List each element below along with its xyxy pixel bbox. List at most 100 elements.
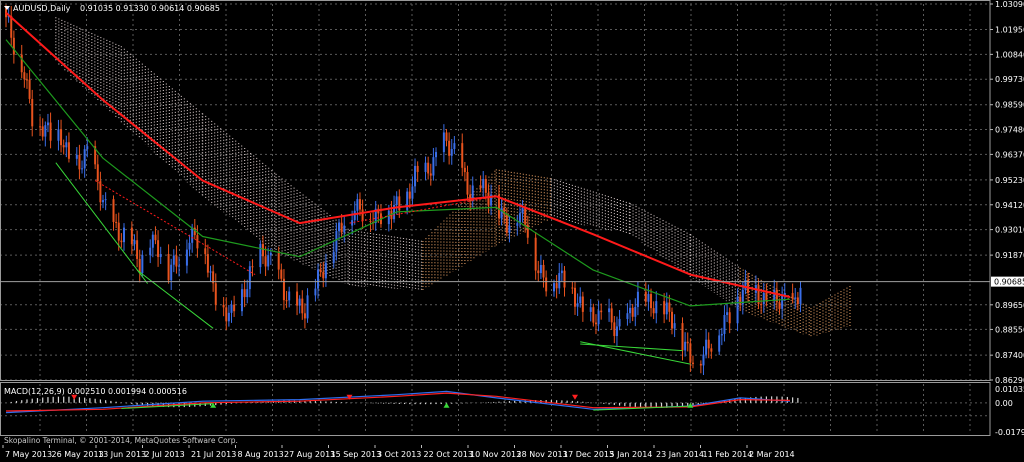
candle-body bbox=[28, 79, 31, 99]
candle-body bbox=[117, 222, 120, 241]
candle-body bbox=[151, 234, 154, 248]
candle-body bbox=[610, 308, 613, 323]
candle-body bbox=[398, 196, 401, 211]
y-tick-label: 0.96370 bbox=[995, 150, 1024, 159]
candle-body bbox=[524, 207, 527, 225]
candle-body bbox=[778, 302, 781, 309]
candle-body bbox=[689, 343, 692, 363]
candle-body bbox=[671, 311, 674, 329]
candle-body bbox=[81, 168, 84, 170]
candle-body bbox=[353, 210, 356, 221]
candle-body bbox=[799, 287, 802, 305]
candle-body bbox=[416, 165, 419, 172]
candle-body bbox=[427, 162, 430, 174]
candle-body bbox=[466, 172, 469, 195]
candle-body bbox=[652, 308, 655, 314]
candle-body bbox=[240, 289, 243, 312]
candle-body bbox=[314, 288, 317, 296]
candle-body bbox=[233, 304, 236, 312]
candle-body bbox=[773, 289, 776, 301]
current-price-label: 0.90685 bbox=[994, 278, 1024, 287]
candle-body bbox=[141, 255, 144, 274]
candle-body bbox=[170, 264, 173, 281]
grid bbox=[0, 0, 991, 436]
candle-body bbox=[269, 252, 272, 256]
moving-average-green bbox=[5, 39, 791, 307]
x-tick-label: 21 Jul 2013 bbox=[191, 450, 236, 459]
candle-body bbox=[406, 191, 409, 211]
candle-body bbox=[285, 300, 288, 302]
candle-body bbox=[343, 225, 346, 233]
y-tick-label: 0.93010 bbox=[995, 226, 1024, 235]
candle-body bbox=[39, 126, 42, 128]
candle-body bbox=[332, 251, 335, 263]
arrow-down-icon bbox=[571, 394, 578, 400]
candle-body bbox=[655, 301, 658, 314]
candle-body bbox=[739, 296, 742, 305]
x-tick-label: 22 Oct 2013 bbox=[424, 450, 473, 459]
price-chart-canvas[interactable]: 1.03090 1.01950 1.00840 0.99730 0.98590 0.974… bbox=[0, 0, 1024, 462]
candle-body bbox=[324, 262, 327, 279]
candle-body bbox=[615, 326, 618, 337]
candle-body bbox=[500, 207, 503, 219]
candle-body bbox=[246, 289, 249, 298]
candle-body bbox=[86, 146, 89, 150]
candle-body bbox=[102, 200, 105, 203]
x-tick-label: 27 Aug 2013 bbox=[284, 450, 335, 459]
candlesticks bbox=[5, 4, 802, 376]
candle-body bbox=[686, 341, 689, 344]
candle-body bbox=[361, 209, 364, 221]
candle-body bbox=[647, 294, 650, 302]
candle-body bbox=[650, 294, 653, 309]
candle-body bbox=[49, 122, 52, 141]
candle-body bbox=[597, 310, 600, 325]
candle-body bbox=[707, 339, 710, 349]
candle-body bbox=[301, 298, 304, 314]
candle-body bbox=[608, 308, 611, 313]
candle-body bbox=[461, 143, 464, 168]
candle-body bbox=[718, 335, 721, 352]
candle-body bbox=[736, 296, 739, 324]
candle-body bbox=[600, 310, 603, 313]
candle-body bbox=[149, 247, 152, 256]
copyright-footer: Skopalino Terminal, © 2001-2014, MetaQuo… bbox=[4, 436, 238, 445]
candle-body bbox=[191, 227, 194, 243]
arrow-up-icon bbox=[443, 402, 450, 408]
candle-body bbox=[120, 240, 123, 243]
candle-body bbox=[136, 240, 139, 259]
candle-body bbox=[62, 145, 65, 148]
candle-body bbox=[521, 207, 524, 214]
candle-body bbox=[720, 333, 723, 336]
x-tick-label: 10 Nov 2013 bbox=[470, 450, 521, 459]
candle-body bbox=[408, 191, 411, 199]
candle-body bbox=[429, 173, 432, 176]
x-tick-label: 26 May 2013 bbox=[52, 450, 104, 459]
candle-body bbox=[781, 295, 784, 309]
candle-body bbox=[487, 192, 490, 206]
candle-body bbox=[723, 314, 726, 334]
candle-body bbox=[445, 132, 448, 141]
candle-body bbox=[322, 271, 325, 279]
y-tick-label: 1.00840 bbox=[995, 50, 1024, 59]
candle-body bbox=[225, 307, 228, 322]
candle-body bbox=[673, 323, 676, 329]
candle-body bbox=[206, 254, 209, 273]
candle-body bbox=[251, 266, 254, 268]
candle-body bbox=[319, 269, 322, 272]
candle-body bbox=[411, 186, 414, 199]
candle-body bbox=[267, 255, 270, 267]
candle-body bbox=[204, 248, 207, 255]
candle-body bbox=[31, 98, 34, 127]
candle-body bbox=[227, 312, 230, 322]
candle-body bbox=[306, 295, 309, 319]
candle-body bbox=[463, 167, 466, 173]
candle-body bbox=[482, 179, 485, 189]
candle-body bbox=[665, 302, 668, 315]
main-panel-frame bbox=[0, 0, 991, 381]
candle-body bbox=[534, 237, 537, 271]
candle-body bbox=[317, 269, 320, 289]
x-tick-label: 11 Feb 2014 bbox=[703, 450, 753, 459]
candle-body bbox=[594, 322, 597, 325]
trendline-green bbox=[55, 162, 148, 284]
candle-body bbox=[12, 37, 15, 55]
